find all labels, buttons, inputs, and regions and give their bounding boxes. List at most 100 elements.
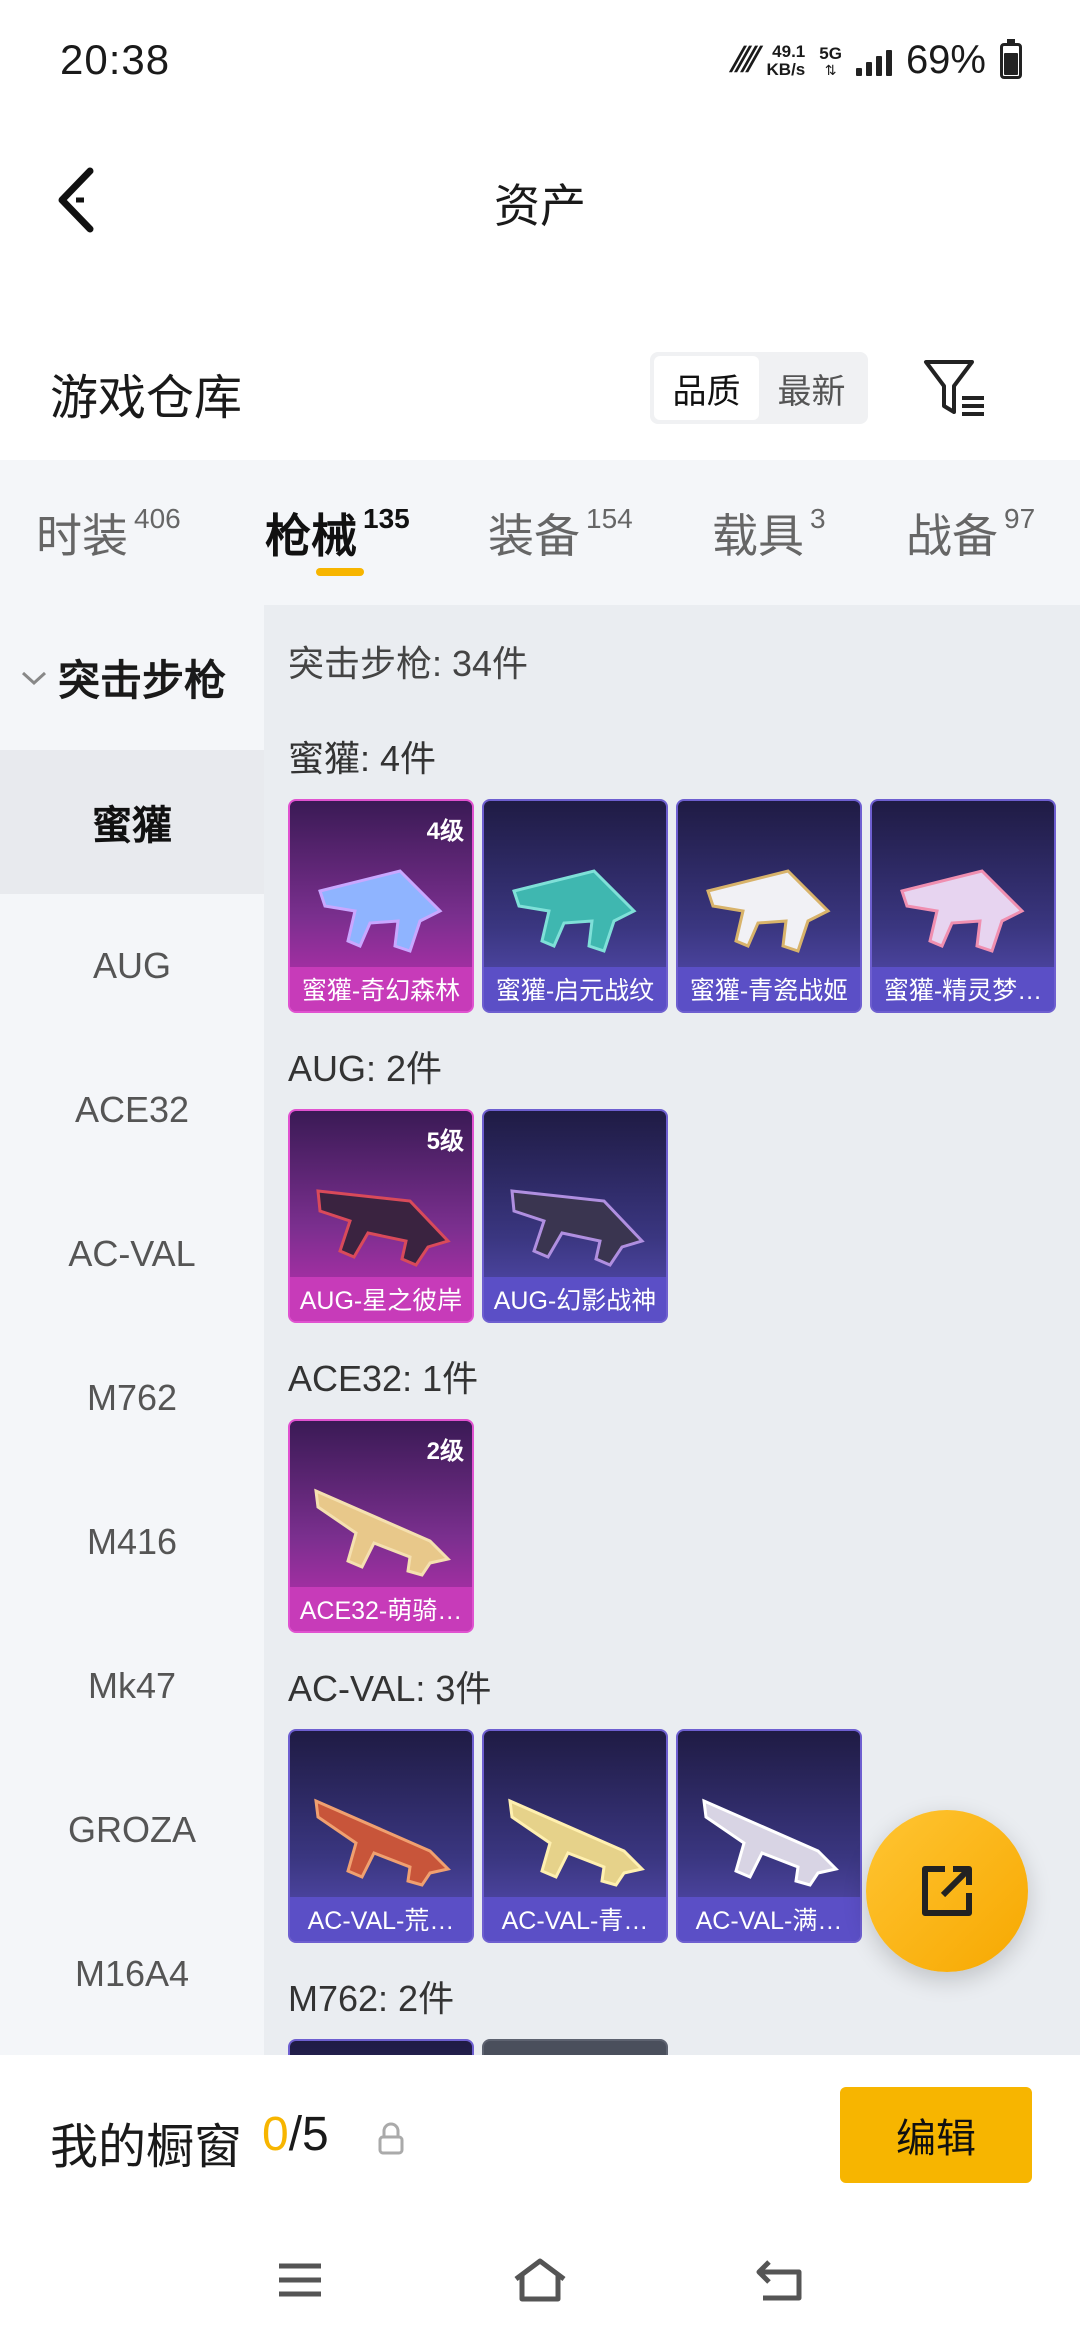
skin-card[interactable]: AC-VAL-荒… xyxy=(288,1729,474,1943)
battery-icon xyxy=(1000,38,1022,79)
page-title: 资产 xyxy=(494,180,586,232)
gun-skin-icon xyxy=(316,1189,451,1267)
filter-icon xyxy=(924,360,984,416)
skin-name: AUG-星之彼岸 xyxy=(290,1277,472,1321)
section-label: ACE32: 1件 xyxy=(288,1358,479,1399)
sort-newest-button[interactable]: 最新 xyxy=(759,356,864,420)
skin-name: AUG-幻影战神 xyxy=(484,1277,666,1321)
gun-skin-icon xyxy=(318,869,443,953)
gun-skin-icon xyxy=(512,869,637,953)
skin-card[interactable] xyxy=(482,2039,668,2055)
tab-count: 3 xyxy=(810,502,826,534)
sidebar-item-ace32[interactable]: ACE32 xyxy=(0,1038,264,1182)
data-arrows-icon: ⇅ xyxy=(824,61,837,78)
showcase-current: 0 xyxy=(262,2108,289,2161)
sidebar-group-assault-rifles[interactable]: 突击步枪 xyxy=(0,605,264,750)
tab-label: 装备 xyxy=(488,510,580,562)
level-badge: 2级 xyxy=(426,1438,464,1465)
gun-skin-icon xyxy=(508,1798,645,1887)
sidebar-item-groza[interactable]: GROZA xyxy=(0,1758,264,1902)
skin-name: 蜜獾-精灵梦… xyxy=(872,967,1054,1011)
lock-icon xyxy=(378,2122,404,2155)
tab-fashion[interactable]: 时装 406 xyxy=(36,500,181,566)
speed-value: 49.1 xyxy=(772,41,806,61)
skin-card[interactable]: 蜜獾-青瓷战姬 xyxy=(676,799,862,1013)
section-label: M762: 2件 xyxy=(288,1978,455,2019)
sidebar-item-m416[interactable]: M416 xyxy=(0,1470,264,1614)
skin-name: 蜜獾-青瓷战姬 xyxy=(678,967,860,1011)
sidebar-item-aug[interactable]: AUG xyxy=(0,894,264,1038)
level-badge: 5级 xyxy=(426,1128,464,1155)
share-external-icon xyxy=(922,1866,972,1916)
sidebar-group-label: 突击步枪 xyxy=(58,657,227,704)
signal-icon xyxy=(855,46,892,76)
sidebar-item-honey-badger[interactable]: 蜜獾 xyxy=(0,750,264,894)
skin-card[interactable]: 2级 ACE32-萌骑… xyxy=(288,1419,474,1633)
system-nav-bar xyxy=(0,2220,1080,2344)
tab-firearms[interactable]: 枪械 135 xyxy=(265,500,410,566)
edit-button[interactable]: 编辑 xyxy=(840,2087,1032,2183)
skin-card[interactable]: 4级 蜜獾-奇幻森林 xyxy=(288,799,474,1013)
skin-card[interactable]: AC-VAL-满… xyxy=(676,1729,862,1943)
tab-count: 97 xyxy=(1004,502,1036,534)
tab-label: 载具 xyxy=(712,510,804,562)
skin-name: AC-VAL-荒… xyxy=(290,1897,472,1941)
skin-card[interactable]: 5级 AUG-星之彼岸 xyxy=(288,1109,474,1323)
tab-label: 枪械 xyxy=(265,510,357,562)
status-bar: 20:38 ⫽⫽ 49.1 KB/s 5G ⇅ 69% xyxy=(0,0,1080,120)
section-label: AUG: 2件 xyxy=(288,1048,443,1089)
category-tabs: 时装 406 枪械 135 装备 154 载具 3 战备 97 xyxy=(0,460,1080,605)
level-badge: 4级 xyxy=(426,818,464,845)
tab-supplies[interactable]: 战备 97 xyxy=(906,500,1035,566)
showcase-bar: 我的橱窗 0/5 编辑 xyxy=(0,2055,1080,2220)
warehouse-bar: 游戏仓库 品质 最新 xyxy=(0,340,1080,460)
gun-skin-icon xyxy=(702,1798,839,1887)
skin-card[interactable]: AC-VAL-青… xyxy=(482,1729,668,1943)
tab-equipment[interactable]: 装备 154 xyxy=(488,500,633,566)
warehouse-title: 游戏仓库 xyxy=(50,372,243,425)
sort-toggle: 品质 最新 xyxy=(650,352,868,424)
menu-icon xyxy=(279,2263,321,2297)
skin-card[interactable]: AUG-幻影战神 xyxy=(482,1109,668,1323)
skin-card[interactable]: 蜜獾-精灵梦… xyxy=(870,799,1056,1013)
speed-unit: KB/s xyxy=(766,59,806,79)
sidebar-item-mk47[interactable]: Mk47 xyxy=(0,1614,264,1758)
network-type: 5G ⇅ xyxy=(819,43,842,78)
gun-skin-icon xyxy=(900,869,1025,953)
skin-card[interactable] xyxy=(288,2039,474,2055)
sidebar-item-m762[interactable]: M762 xyxy=(0,1326,264,1470)
skin-card[interactable]: 蜜獾-启元战纹 xyxy=(482,799,668,1013)
showcase-title: 我的橱窗 xyxy=(50,2121,243,2174)
section-label: 蜜獾: 4件 xyxy=(288,738,437,779)
sidebar-item-m16a4[interactable]: M16A4 xyxy=(0,1902,264,2046)
skin-name: AC-VAL-满… xyxy=(678,1897,860,1941)
showcase-max: /5 xyxy=(288,2108,329,2161)
status-time: 20:38 xyxy=(60,36,171,83)
tab-count: 406 xyxy=(134,502,181,534)
tab-count: 135 xyxy=(363,502,410,534)
gun-skin-icon xyxy=(314,1798,451,1887)
nav-menu-button[interactable] xyxy=(265,2250,335,2310)
tab-label: 时装 xyxy=(36,510,128,562)
sidebar-item-ac-val[interactable]: AC-VAL xyxy=(0,1182,264,1326)
header: 资产 xyxy=(0,140,1080,260)
network-label: 5G xyxy=(819,43,842,63)
share-fab-button[interactable] xyxy=(866,1810,1028,1972)
battery-percent: 69% xyxy=(905,38,986,82)
active-tab-indicator xyxy=(316,568,364,576)
sort-quality-button[interactable]: 品质 xyxy=(654,356,759,420)
tab-vehicles[interactable]: 载具 3 xyxy=(712,500,826,566)
network-speed: 49.1 KB/s xyxy=(766,41,806,79)
skin-name: ACE32-萌骑… xyxy=(290,1587,472,1631)
filter-button[interactable] xyxy=(920,354,990,424)
gun-skin-icon xyxy=(510,1189,645,1267)
back-icon xyxy=(756,2260,802,2301)
skin-name: AC-VAL-青… xyxy=(484,1897,666,1941)
tab-count: 154 xyxy=(586,502,633,534)
nav-back-button[interactable] xyxy=(745,2250,815,2310)
nav-home-button[interactable] xyxy=(505,2250,575,2310)
status-indicators: ⫽⫽ 49.1 KB/s 5G ⇅ 69% xyxy=(730,38,1022,83)
gun-skin-icon xyxy=(706,869,831,953)
showcase-count: 0/5 xyxy=(262,2107,329,2162)
gun-skin-icon xyxy=(314,1488,451,1577)
